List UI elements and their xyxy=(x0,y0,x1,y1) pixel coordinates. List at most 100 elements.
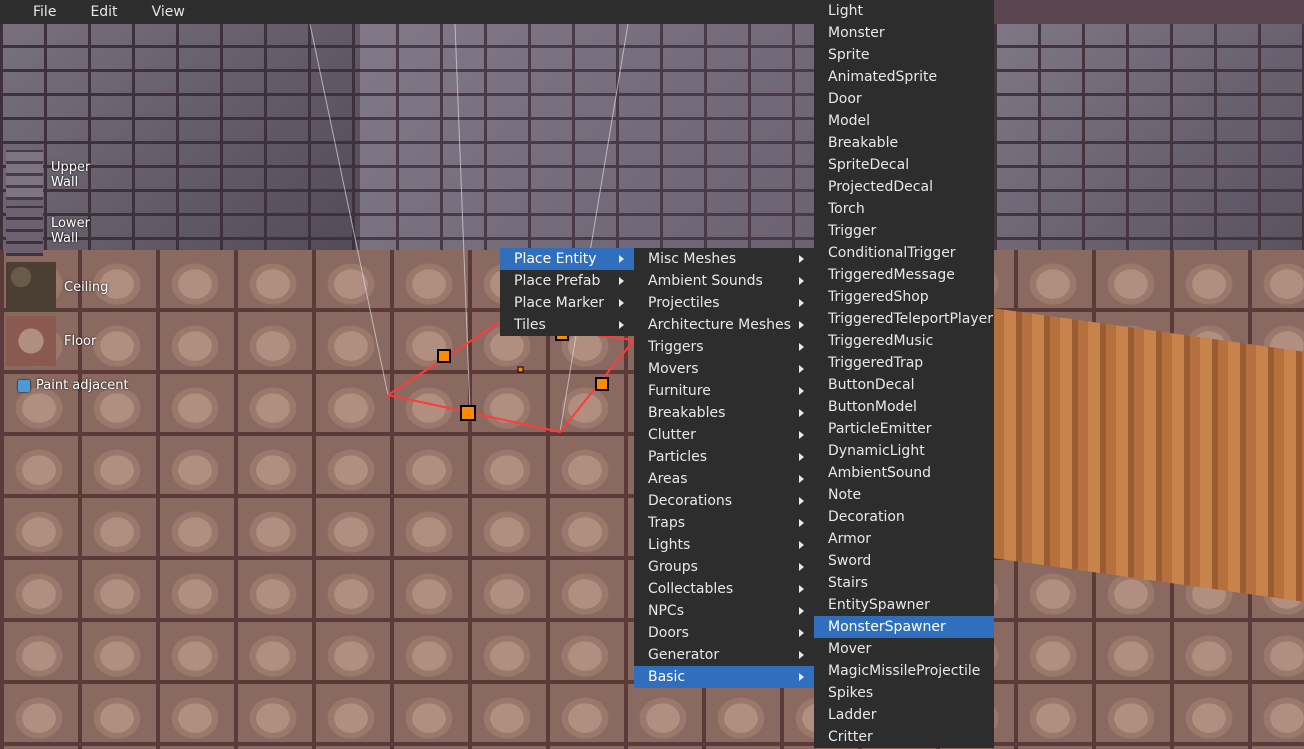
entity-item-label: TriggeredShop xyxy=(828,289,929,305)
category-item-label: Doors xyxy=(648,625,689,641)
context-item-label: Place Marker xyxy=(514,295,605,311)
selection-handle xyxy=(460,405,476,421)
category-item-npcs[interactable]: NPCs xyxy=(634,600,814,622)
entity-item-particleemitter[interactable]: ParticleEmitter xyxy=(814,418,994,440)
entity-item-buttondecal[interactable]: ButtonDecal xyxy=(814,374,994,396)
category-item-label: Decorations xyxy=(648,493,733,509)
submenu-arrow-icon xyxy=(799,365,804,373)
category-item-decorations[interactable]: Decorations xyxy=(634,490,814,512)
category-item-areas[interactable]: Areas xyxy=(634,468,814,490)
entity-item-sprite[interactable]: Sprite xyxy=(814,44,994,66)
checkbox-icon[interactable] xyxy=(18,379,30,392)
entity-item-monsterspawner[interactable]: MonsterSpawner xyxy=(814,616,994,638)
submenu-arrow-icon xyxy=(799,475,804,483)
category-item-lights[interactable]: Lights xyxy=(634,534,814,556)
entity-item-entityspawner[interactable]: EntitySpawner xyxy=(814,594,994,616)
menu-view[interactable]: View xyxy=(132,0,199,24)
palette-floor[interactable]: Floor xyxy=(6,316,96,366)
floor-swatch[interactable] xyxy=(6,316,56,366)
entity-item-triggeredmessage[interactable]: TriggeredMessage xyxy=(814,264,994,286)
category-item-triggers[interactable]: Triggers xyxy=(634,336,814,358)
category-item-label: Traps xyxy=(648,515,686,531)
entity-item-label: ParticleEmitter xyxy=(828,421,932,437)
entity-item-light[interactable]: Light xyxy=(814,0,994,22)
entity-item-label: Stairs xyxy=(828,575,868,591)
category-item-groups[interactable]: Groups xyxy=(634,556,814,578)
menu-file[interactable]: File xyxy=(0,0,70,24)
category-item-label: Projectiles xyxy=(648,295,720,311)
category-item-doors[interactable]: Doors xyxy=(634,622,814,644)
context-item-place-prefab[interactable]: Place Prefab xyxy=(500,270,634,292)
paint-adjacent-label: Paint adjacent xyxy=(36,378,129,393)
entity-item-door[interactable]: Door xyxy=(814,88,994,110)
menu-edit[interactable]: Edit xyxy=(70,0,131,24)
entity-item-projecteddecal[interactable]: ProjectedDecal xyxy=(814,176,994,198)
category-item-basic[interactable]: Basic xyxy=(634,666,814,688)
context-item-place-entity[interactable]: Place Entity xyxy=(500,248,634,270)
category-item-traps[interactable]: Traps xyxy=(634,512,814,534)
submenu-arrow-icon xyxy=(799,277,804,285)
palette-upper-wall[interactable]: Upper Wall xyxy=(6,150,103,200)
category-item-architecture-meshes[interactable]: Architecture Meshes xyxy=(634,314,814,336)
submenu-arrow-icon xyxy=(799,343,804,351)
lower-wall-swatch[interactable] xyxy=(6,206,43,256)
entity-item-decoration[interactable]: Decoration xyxy=(814,506,994,528)
context-item-place-marker[interactable]: Place Marker xyxy=(500,292,634,314)
submenu-arrow-icon xyxy=(799,497,804,505)
category-item-furniture[interactable]: Furniture xyxy=(634,380,814,402)
entity-item-torch[interactable]: Torch xyxy=(814,198,994,220)
entity-item-conditionaltrigger[interactable]: ConditionalTrigger xyxy=(814,242,994,264)
entity-item-label: Spikes xyxy=(828,685,874,701)
submenu-arrow-icon xyxy=(799,585,804,593)
category-item-label: Groups xyxy=(648,559,698,575)
category-item-label: Particles xyxy=(648,449,708,465)
grid-lines xyxy=(309,23,629,433)
entity-item-label: MagicMissileProjectile xyxy=(828,663,981,679)
category-item-movers[interactable]: Movers xyxy=(634,358,814,380)
entity-item-mover[interactable]: Mover xyxy=(814,638,994,660)
entity-item-triggeredmusic[interactable]: TriggeredMusic xyxy=(814,330,994,352)
palette-lower-wall[interactable]: Lower Wall xyxy=(6,206,103,256)
category-item-breakables[interactable]: Breakables xyxy=(634,402,814,424)
entity-item-dynamiclight[interactable]: DynamicLight xyxy=(814,440,994,462)
entity-item-spritedecal[interactable]: SpriteDecal xyxy=(814,154,994,176)
entity-item-armor[interactable]: Armor xyxy=(814,528,994,550)
lower-wall-label: Lower Wall xyxy=(50,216,90,246)
entity-item-label: Monster xyxy=(828,25,885,41)
context-item-tiles[interactable]: Tiles xyxy=(500,314,634,336)
entity-item-triggeredshop[interactable]: TriggeredShop xyxy=(814,286,994,308)
entity-item-triggeredtrap[interactable]: TriggeredTrap xyxy=(814,352,994,374)
entity-item-note[interactable]: Note xyxy=(814,484,994,506)
upper-wall-swatch[interactable] xyxy=(6,150,44,200)
category-item-particles[interactable]: Particles xyxy=(634,446,814,468)
entity-item-breakable[interactable]: Breakable xyxy=(814,132,994,154)
entity-item-spikes[interactable]: Spikes xyxy=(814,682,994,704)
entity-item-stairs[interactable]: Stairs xyxy=(814,572,994,594)
entity-item-sword[interactable]: Sword xyxy=(814,550,994,572)
paint-adjacent-toggle[interactable]: Paint adjacent xyxy=(18,378,129,393)
category-item-label: Ambient Sounds xyxy=(648,273,763,289)
entity-item-animatedsprite[interactable]: AnimatedSprite xyxy=(814,66,994,88)
category-item-projectiles[interactable]: Projectiles xyxy=(634,292,814,314)
category-item-clutter[interactable]: Clutter xyxy=(634,424,814,446)
category-item-ambient-sounds[interactable]: Ambient Sounds xyxy=(634,270,814,292)
entity-item-model[interactable]: Model xyxy=(814,110,994,132)
submenu-arrow-icon xyxy=(619,321,624,329)
entity-item-triggeredteleportplayer[interactable]: TriggeredTeleportPlayer xyxy=(814,308,994,330)
category-item-label: Collectables xyxy=(648,581,734,597)
entity-item-trigger[interactable]: Trigger xyxy=(814,220,994,242)
entity-item-label: Sword xyxy=(828,553,872,569)
entity-item-monster[interactable]: Monster xyxy=(814,22,994,44)
submenu-arrow-icon xyxy=(799,541,804,549)
entity-item-buttonmodel[interactable]: ButtonModel xyxy=(814,396,994,418)
ceiling-swatch[interactable] xyxy=(6,262,56,312)
category-item-generator[interactable]: Generator xyxy=(634,644,814,666)
entity-item-critter[interactable]: Critter xyxy=(814,726,994,748)
entity-item-label: TriggeredTrap xyxy=(828,355,924,371)
category-item-misc-meshes[interactable]: Misc Meshes xyxy=(634,248,814,270)
entity-item-ladder[interactable]: Ladder xyxy=(814,704,994,726)
palette-ceiling[interactable]: Ceiling xyxy=(6,262,108,312)
category-item-collectables[interactable]: Collectables xyxy=(634,578,814,600)
entity-item-magicmissileprojectile[interactable]: MagicMissileProjectile xyxy=(814,660,994,682)
entity-item-ambientsound[interactable]: AmbientSound xyxy=(814,462,994,484)
